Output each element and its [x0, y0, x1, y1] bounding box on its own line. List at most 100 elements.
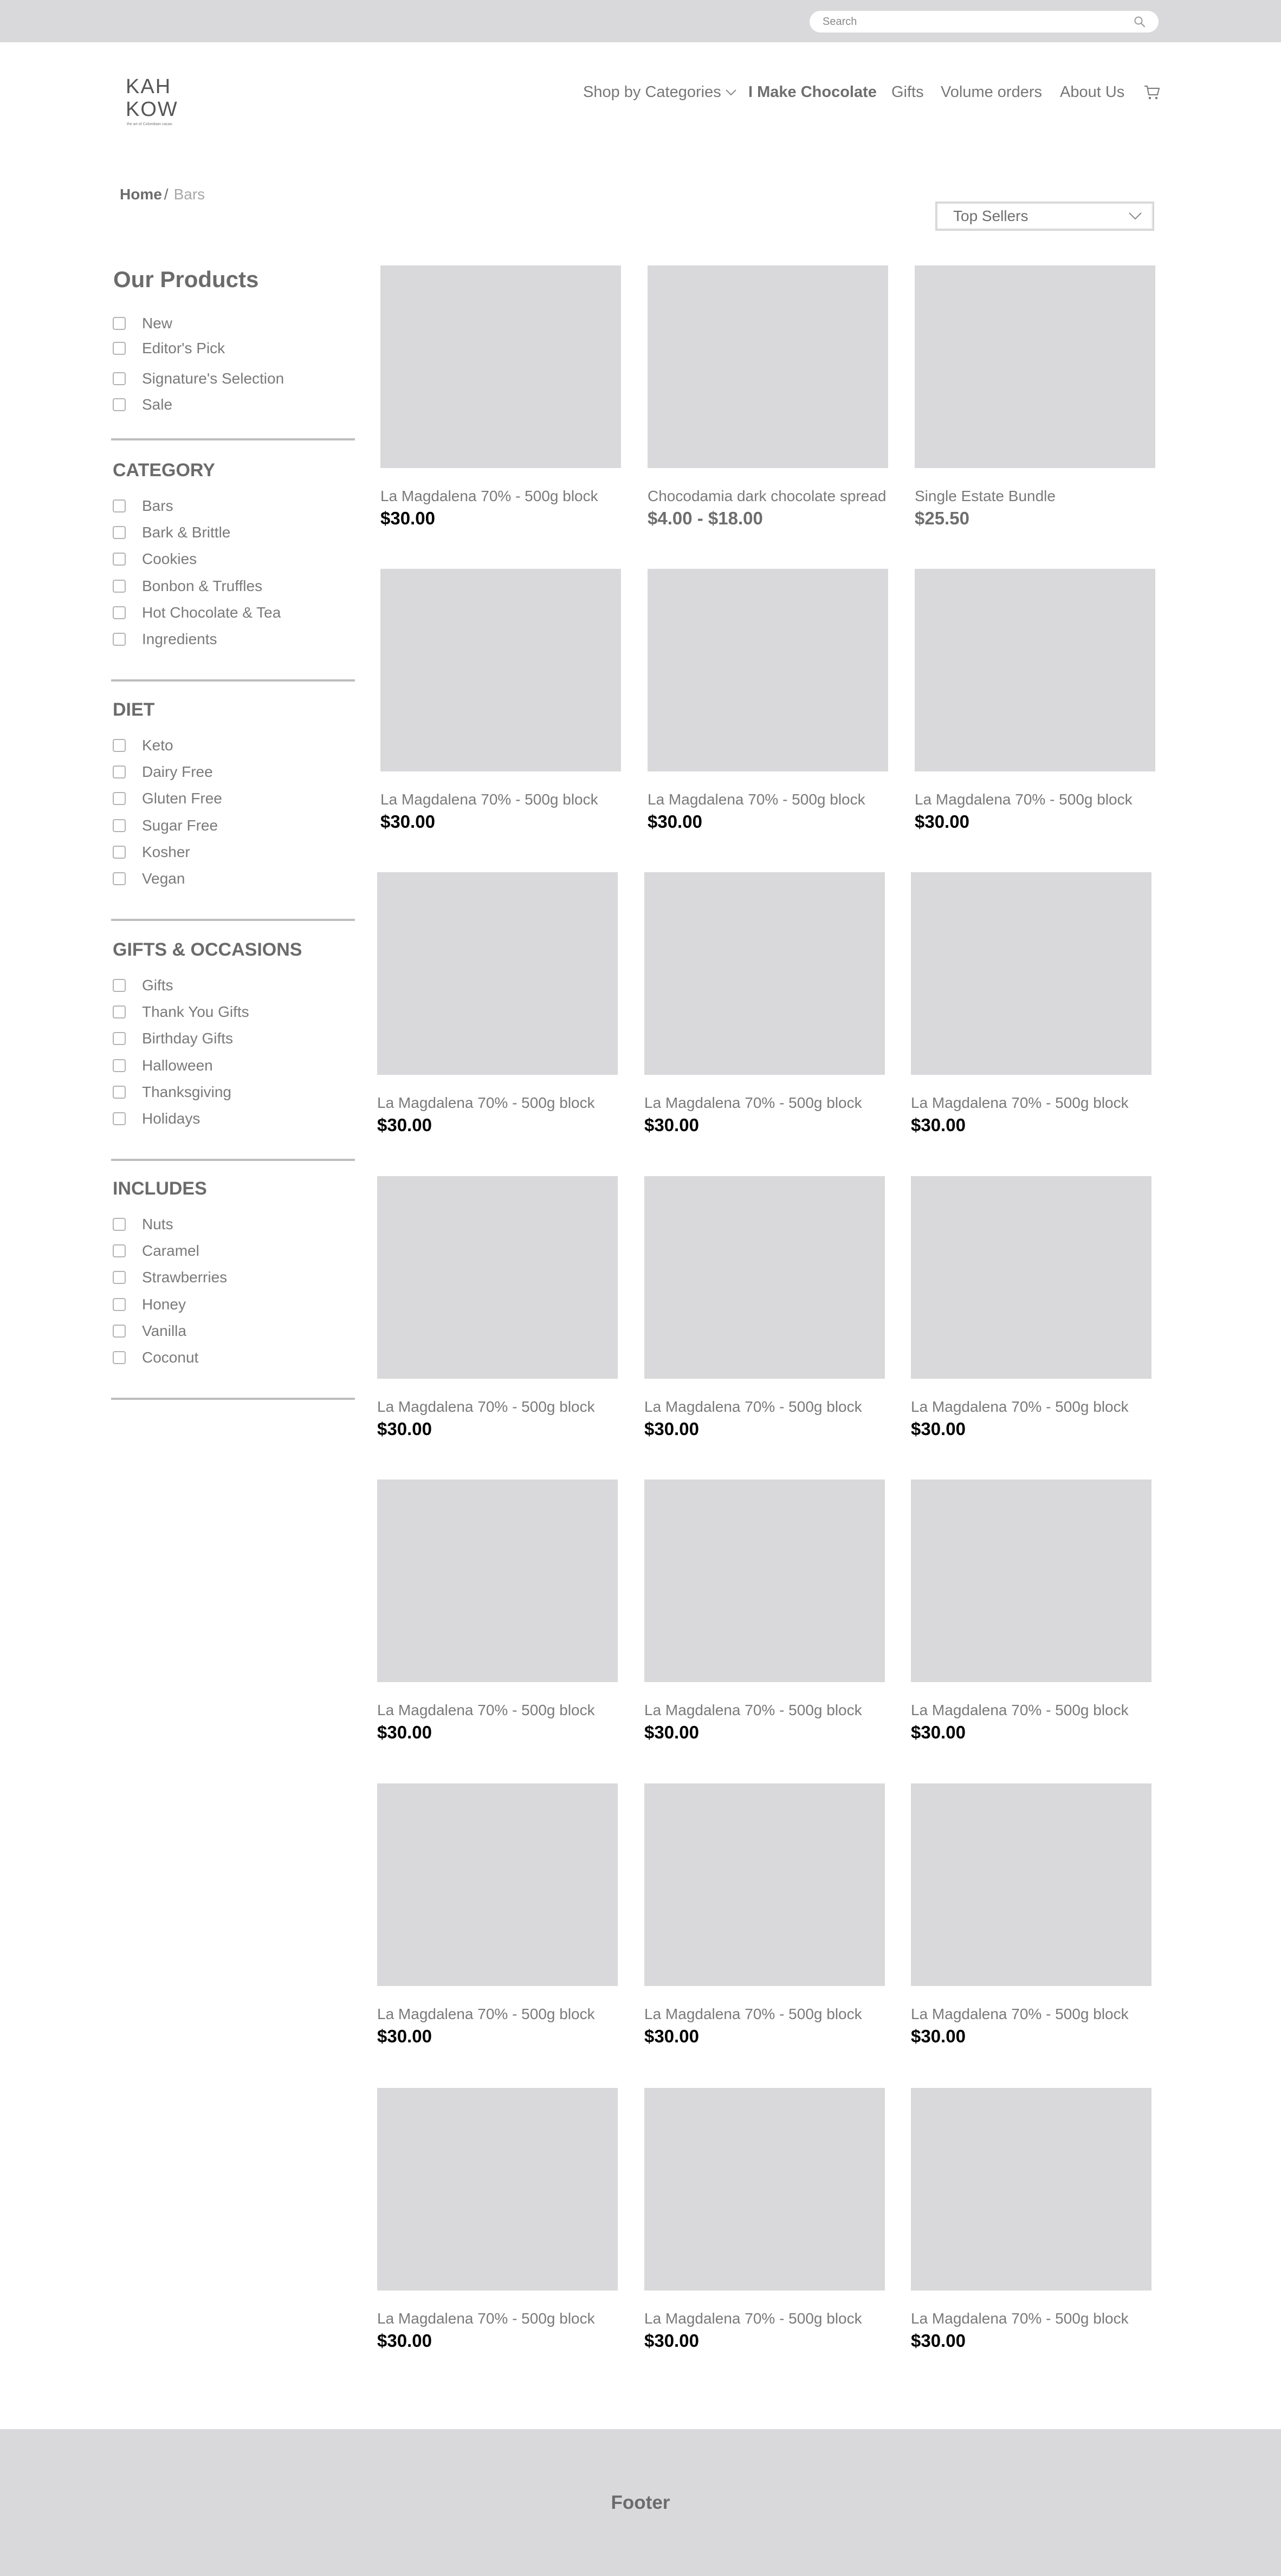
product-name[interactable]: La Magdalena 70% - 500g block — [380, 791, 621, 808]
product-card[interactable]: La Magdalena 70% - 500g block $30.00 — [644, 1783, 885, 2047]
filter-checkbox[interactable] — [113, 1005, 126, 1018]
product-card[interactable]: La Magdalena 70% - 500g block $30.00 — [644, 872, 885, 1135]
product-card[interactable]: La Magdalena 70% - 500g block $30.00 — [911, 2088, 1151, 2351]
filter-checkbox[interactable] — [113, 1298, 126, 1311]
nav-i-make-chocolate[interactable]: I Make Chocolate — [748, 81, 877, 103]
product-name[interactable]: La Magdalena 70% - 500g block — [648, 791, 888, 808]
product-card[interactable]: La Magdalena 70% - 500g block $30.00 — [380, 569, 621, 832]
product-card[interactable]: Chocodamia dark chocolate spread $4.00 - … — [648, 265, 888, 529]
product-name[interactable]: La Magdalena 70% - 500g block — [644, 1398, 885, 1416]
brand-logo[interactable]: KAH KOW the art of Colombian cacao — [124, 74, 194, 128]
product-name[interactable]: La Magdalena 70% - 500g block — [911, 1702, 1151, 1719]
filter-item[interactable]: Keto — [113, 736, 173, 755]
filter-item[interactable]: Honey — [113, 1295, 186, 1314]
product-name[interactable]: La Magdalena 70% - 500g block — [915, 791, 1155, 808]
product-name[interactable]: La Magdalena 70% - 500g block — [911, 1094, 1151, 1112]
product-image[interactable] — [911, 872, 1151, 1075]
filter-checkbox[interactable] — [113, 606, 126, 619]
filter-item[interactable]: Thanksgiving — [113, 1083, 231, 1101]
product-image[interactable] — [644, 2088, 885, 2291]
filter-checkbox[interactable] — [113, 979, 126, 992]
product-image[interactable] — [377, 1176, 618, 1379]
product-image[interactable] — [644, 1176, 885, 1379]
filter-item[interactable]: Halloween — [113, 1056, 213, 1075]
filter-checkbox[interactable] — [113, 1351, 126, 1364]
filter-checkbox[interactable] — [113, 553, 126, 566]
product-name[interactable]: La Magdalena 70% - 500g block — [644, 1702, 885, 1719]
product-image[interactable] — [915, 569, 1155, 771]
product-card[interactable]: La Magdalena 70% - 500g block $30.00 — [915, 569, 1155, 832]
product-name[interactable]: La Magdalena 70% - 500g block — [911, 2310, 1151, 2327]
filter-checkbox[interactable] — [113, 499, 126, 512]
product-image[interactable] — [377, 2088, 618, 2291]
filter-checkbox[interactable] — [113, 398, 126, 411]
product-image[interactable] — [911, 1176, 1151, 1379]
product-image[interactable] — [377, 872, 618, 1075]
filter-checkbox[interactable] — [113, 1032, 126, 1045]
filter-item[interactable]: Sale — [113, 395, 172, 414]
product-card[interactable]: La Magdalena 70% - 500g block $30.00 — [377, 1783, 618, 2047]
filter-item[interactable]: Vanilla — [113, 1322, 186, 1340]
filter-item[interactable]: Strawberries — [113, 1268, 227, 1287]
product-image[interactable] — [911, 1480, 1151, 1682]
filter-item[interactable]: Holidays — [113, 1109, 200, 1128]
filter-item[interactable]: Bonbon & Truffles — [113, 577, 262, 595]
product-name[interactable]: Chocodamia dark chocolate spread — [648, 488, 888, 505]
filter-item[interactable]: Hot Chocolate & Tea — [113, 604, 281, 622]
product-card[interactable]: La Magdalena 70% - 500g block $30.00 — [644, 2088, 885, 2351]
filter-checkbox[interactable] — [113, 526, 126, 539]
filter-checkbox[interactable] — [113, 1086, 126, 1099]
product-card[interactable]: La Magdalena 70% - 500g block $30.00 — [911, 872, 1151, 1135]
product-card[interactable]: La Magdalena 70% - 500g block $30.00 — [644, 1176, 885, 1439]
filter-checkbox[interactable] — [113, 765, 126, 778]
filter-item[interactable]: Ingredients — [113, 630, 217, 648]
product-card[interactable]: La Magdalena 70% - 500g block $30.00 — [377, 1480, 618, 1743]
product-card[interactable]: La Magdalena 70% - 500g block $30.00 — [644, 1480, 885, 1743]
product-image[interactable] — [648, 569, 888, 771]
filter-checkbox[interactable] — [113, 1325, 126, 1338]
product-image[interactable] — [377, 1783, 618, 1986]
filter-item[interactable]: Signature's Selection — [113, 369, 284, 388]
breadcrumb-home[interactable]: Home — [120, 186, 162, 203]
product-name[interactable]: Single Estate Bundle — [915, 488, 1155, 505]
product-name[interactable]: La Magdalena 70% - 500g block — [377, 1702, 618, 1719]
nav-gifts[interactable]: Gifts — [891, 81, 924, 103]
nav-shop-by-categories[interactable]: Shop by Categories — [583, 81, 737, 103]
filter-checkbox[interactable] — [113, 792, 126, 805]
product-name[interactable]: La Magdalena 70% - 500g block — [377, 1094, 618, 1112]
filter-checkbox[interactable] — [113, 317, 126, 330]
filter-checkbox[interactable] — [113, 633, 126, 646]
product-image[interactable] — [911, 2088, 1151, 2291]
filter-item[interactable]: Gifts — [113, 976, 173, 995]
product-name[interactable]: La Magdalena 70% - 500g block — [911, 2006, 1151, 2023]
filter-item[interactable]: Editor's Pick — [113, 339, 225, 358]
filter-item[interactable]: Kosher — [113, 843, 190, 861]
product-image[interactable] — [911, 1783, 1151, 1986]
filter-checkbox[interactable] — [113, 580, 126, 593]
product-name[interactable]: La Magdalena 70% - 500g block — [377, 1398, 618, 1416]
filter-checkbox[interactable] — [113, 1271, 126, 1284]
search-icon[interactable] — [1134, 16, 1146, 28]
filter-item[interactable]: Bars — [113, 497, 173, 515]
search-bar[interactable] — [810, 11, 1159, 33]
filter-checkbox[interactable] — [113, 872, 126, 885]
product-image[interactable] — [644, 872, 885, 1075]
product-name[interactable]: La Magdalena 70% - 500g block — [644, 1094, 885, 1112]
filter-checkbox[interactable] — [113, 372, 126, 385]
product-card[interactable]: La Magdalena 70% - 500g block $30.00 — [377, 1176, 618, 1439]
filter-checkbox[interactable] — [113, 739, 126, 752]
filter-checkbox[interactable] — [113, 342, 126, 355]
product-card[interactable]: La Magdalena 70% - 500g block $30.00 — [911, 1783, 1151, 2047]
product-name[interactable]: La Magdalena 70% - 500g block — [377, 2006, 618, 2023]
product-name[interactable]: La Magdalena 70% - 500g block — [911, 1398, 1151, 1416]
filter-item[interactable]: Sugar Free — [113, 816, 218, 835]
nav-volume-orders[interactable]: Volume orders — [941, 81, 1042, 103]
filter-item[interactable]: Cookies — [113, 550, 197, 568]
product-image[interactable] — [377, 1480, 618, 1682]
filter-item[interactable]: Coconut — [113, 1348, 198, 1367]
filter-item[interactable]: Bark & Brittle — [113, 523, 230, 542]
filter-item[interactable]: New — [113, 314, 172, 333]
product-card[interactable]: La Magdalena 70% - 500g block $30.00 — [380, 265, 621, 529]
filter-item[interactable]: Vegan — [113, 870, 185, 888]
product-image[interactable] — [380, 569, 621, 771]
